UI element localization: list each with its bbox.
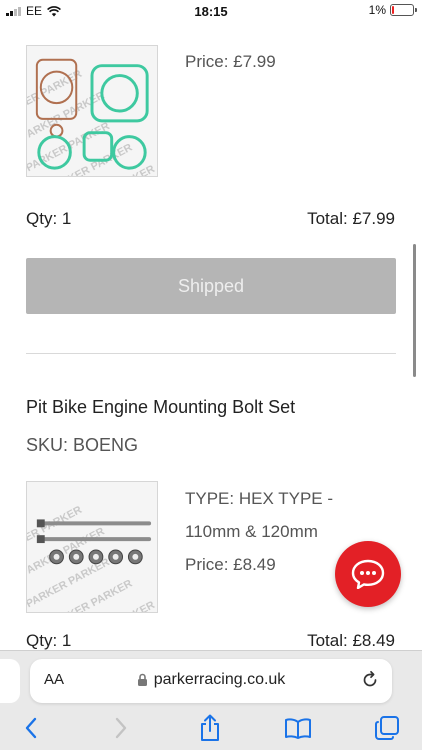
status-bar: EE 18:15 1% [0,0,422,22]
bookmarks-button[interactable] [283,713,313,743]
item2-qty: Qty: 1 [26,631,72,650]
product-image-bolt-set[interactable]: PARKER PARKER PARKER PARKER PARKER PARKE… [26,481,158,613]
share-icon [201,714,219,741]
reload-icon [363,670,377,687]
bookmarks-icon [285,718,311,739]
previous-tab-preview[interactable] [0,659,20,703]
safari-toolbar [0,709,422,749]
item2-total: Total: £8.49 [307,631,395,650]
item-divider [26,353,396,354]
url-text: parkerracing.co.uk [153,671,286,688]
page-scrollbar[interactable] [413,244,416,377]
item1-price: Price: £7.99 [185,52,276,71]
tabs-button[interactable] [372,713,402,743]
battery-icon [390,4,417,16]
item2-price: Price: £8.49 [185,555,276,574]
lock-icon [137,673,147,686]
item1-total: Total: £7.99 [307,209,395,228]
back-button[interactable] [16,713,46,743]
forward-button[interactable] [106,713,136,743]
item2-type-line1: TYPE: HEX TYPE - [185,489,334,508]
product-image-gasket-set[interactable]: PARKER PARKER PARKER PARKER PARKER PARKE… [26,45,158,177]
share-button[interactable] [195,713,225,743]
bolt-set-image: PARKER PARKER PARKER PARKER PARKER PARKE… [27,482,157,612]
chat-button[interactable] [335,541,401,607]
tabs-icon [375,716,399,740]
gasket-image: PARKER PARKER PARKER PARKER PARKER PARKE… [27,46,157,176]
item1-qty: Qty: 1 [26,209,72,228]
battery-percent: 1% [368,3,386,17]
forward-icon [115,717,127,739]
clock: 18:15 [194,4,228,19]
item2-name[interactable]: Pit Bike Engine Mounting Bolt Set [26,397,295,418]
item2-type-line2: 110mm & 120mm [185,522,318,541]
address-bar[interactable]: AA parkerracing.co.uk [30,659,392,703]
url-display[interactable]: parkerracing.co.uk [30,671,392,689]
reload-button[interactable] [360,670,380,695]
status-right: 1% [368,3,417,17]
item2-sku: SKU: BOENG [26,435,139,455]
safari-bottom-bar: AA parkerracing.co.uk [0,650,422,750]
back-icon [25,717,37,739]
chat-icon [351,559,385,589]
shipped-status-button[interactable]: Shipped [26,258,396,314]
